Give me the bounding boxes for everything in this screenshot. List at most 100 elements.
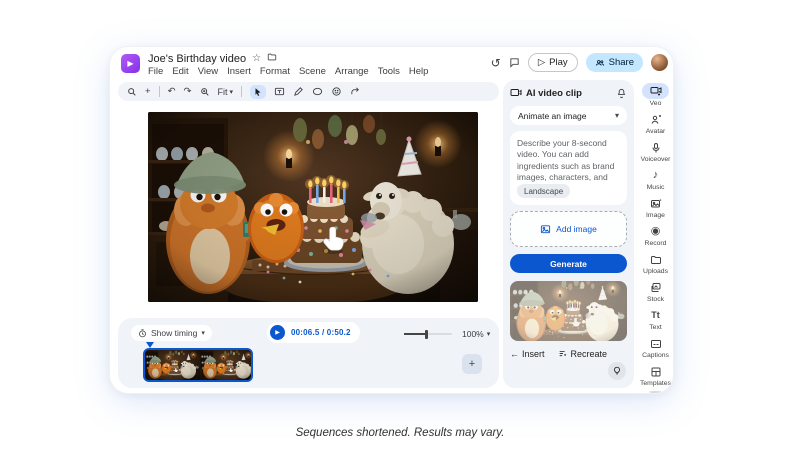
aspect-ratio-chip[interactable]: Landscape: [517, 184, 570, 198]
sidebar-item-captions[interactable]: Captions: [638, 333, 673, 361]
add-image-button[interactable]: Add image: [510, 211, 627, 247]
sidebar-item-music[interactable]: ♪ Music: [638, 165, 673, 193]
recreate-button[interactable]: Recreate: [558, 349, 608, 359]
insert-label: Insert: [522, 349, 545, 359]
zoom-slider-handle[interactable]: [425, 330, 428, 339]
menu-bar: File Edit View Insert Format Scene Arran…: [148, 66, 428, 77]
user-avatar[interactable]: [651, 54, 668, 71]
sidebar-item-label: Avatar: [646, 128, 666, 135]
menu-arrange[interactable]: Arrange: [335, 66, 369, 77]
show-timing-label: Show timing: [151, 328, 197, 338]
sidebar-item-label: Uploads: [643, 268, 668, 275]
sidebar-item-stock[interactable]: Stock: [638, 277, 673, 305]
menu-scene[interactable]: Scene: [299, 66, 326, 77]
menu-view[interactable]: View: [198, 66, 218, 77]
media-sidebar: Veo Avatar Voiceover ♪ Music: [638, 80, 673, 390]
people-icon: [595, 58, 605, 68]
sidebar-item-label: Stock: [647, 296, 664, 303]
star-icon[interactable]: ☆: [252, 54, 261, 64]
menu-insert[interactable]: Insert: [227, 66, 251, 77]
sidebar-item-avatar[interactable]: Avatar: [638, 109, 673, 137]
toolbar-divider: [241, 86, 242, 97]
reaction-tool-icon[interactable]: [331, 86, 342, 97]
record-icon: ◉: [651, 224, 661, 239]
timecode: 00:06.5 / 0:50.2: [291, 328, 351, 337]
move-folder-icon[interactable]: [267, 52, 277, 65]
timer-icon: [138, 329, 147, 338]
recreate-label: Recreate: [571, 349, 608, 359]
ai-video-clip-icon: [510, 87, 522, 99]
share-button[interactable]: Share: [586, 53, 643, 72]
mode-selector-value: Animate an image: [518, 111, 587, 121]
search-icon[interactable]: [127, 87, 137, 97]
toolbar: + ↶ ↷ Fit ▾: [118, 82, 499, 101]
zoom-level-dropdown[interactable]: 100% ▾: [462, 329, 490, 339]
zoom-level-value: 100%: [462, 329, 484, 339]
vids-app-logo[interactable]: ▶: [121, 54, 140, 73]
editing-canvas[interactable]: [118, 103, 499, 316]
stock-media-icon: [650, 280, 662, 295]
comments-icon[interactable]: [509, 57, 520, 68]
help-circle[interactable]: [649, 391, 662, 393]
generate-button[interactable]: Generate: [510, 254, 627, 273]
fit-zoom-dropdown[interactable]: Fit ▾: [218, 87, 234, 97]
templates-icon: [650, 364, 662, 379]
sidebar-item-record[interactable]: ◉ Record: [638, 221, 673, 249]
sidebar-item-templates[interactable]: Templates: [638, 361, 673, 389]
zoom-tool-icon[interactable]: [200, 87, 210, 97]
play-button[interactable]: ▷ Play: [528, 53, 578, 72]
add-icon[interactable]: +: [145, 87, 151, 97]
fit-label: Fit: [218, 87, 228, 97]
text-icon: Tt: [651, 308, 660, 323]
menu-format[interactable]: Format: [260, 66, 290, 77]
text-box-icon[interactable]: [274, 86, 285, 97]
bell-icon[interactable]: [616, 88, 627, 99]
insert-button[interactable]: ← Insert: [510, 349, 545, 359]
menu-tools[interactable]: Tools: [378, 66, 400, 77]
mode-selector-dropdown[interactable]: Animate an image ▾: [510, 106, 627, 125]
thumbnail-frame: [510, 281, 627, 341]
menu-edit[interactable]: Edit: [172, 66, 188, 77]
sidebar-item-image[interactable]: Image: [638, 193, 673, 221]
captions-icon: [650, 336, 662, 351]
sidebar-item-uploads[interactable]: Uploads: [638, 249, 673, 277]
pen-tool-icon[interactable]: [293, 86, 304, 97]
page: ▶ Joe's Birthday video ☆ File Edit View …: [0, 0, 800, 450]
play-outline-icon: ▷: [538, 57, 545, 68]
veo-icon: [642, 83, 669, 99]
sidebar-item-voiceover[interactable]: Voiceover: [638, 137, 673, 165]
shapes-tool-icon[interactable]: [312, 86, 323, 97]
voiceover-icon: [650, 140, 662, 155]
show-timing-dropdown[interactable]: Show timing ▾: [131, 325, 212, 341]
zoom-slider-fill: [404, 333, 426, 335]
generated-clip-thumbnail[interactable]: [510, 281, 627, 341]
prompt-input[interactable]: Describe your 8-second video. You can ad…: [510, 131, 627, 205]
chevron-down-icon: ▾: [201, 329, 205, 337]
video-preview[interactable]: [148, 112, 478, 302]
insert-link-icon[interactable]: [350, 86, 361, 97]
sidebar-item-label: Record: [645, 240, 667, 247]
select-tool-icon[interactable]: [250, 85, 266, 99]
sidebar-item-label: Templates: [640, 380, 671, 387]
zoom-slider[interactable]: [404, 333, 452, 335]
add-scene-button[interactable]: +: [462, 354, 482, 374]
idea-button[interactable]: [608, 362, 626, 380]
lightbulb-icon: [612, 366, 622, 376]
scene-filmstrip[interactable]: [143, 348, 253, 382]
aspect-ratio-label: Landscape: [524, 187, 563, 196]
menu-help[interactable]: Help: [409, 66, 429, 77]
document-title[interactable]: Joe's Birthday video: [148, 53, 246, 65]
ai-video-clip-panel: AI video clip Animate an image ▾ Describ…: [503, 80, 634, 388]
play-glyph: ▶: [275, 329, 280, 336]
undo-icon[interactable]: ↶: [168, 87, 176, 97]
panel-title: AI video clip: [526, 88, 582, 99]
redo-icon[interactable]: ↷: [184, 87, 192, 97]
music-icon: ♪: [653, 168, 659, 183]
menu-file[interactable]: File: [148, 66, 163, 77]
version-history-icon[interactable]: ↺: [491, 57, 501, 69]
sidebar-item-text[interactable]: Tt Text: [638, 305, 673, 333]
sidebar-item-label: Voiceover: [641, 156, 671, 163]
sidebar-item-veo[interactable]: Veo: [638, 80, 673, 109]
plus-glyph: +: [469, 358, 475, 370]
timeline-play-button[interactable]: ▶: [270, 325, 285, 340]
